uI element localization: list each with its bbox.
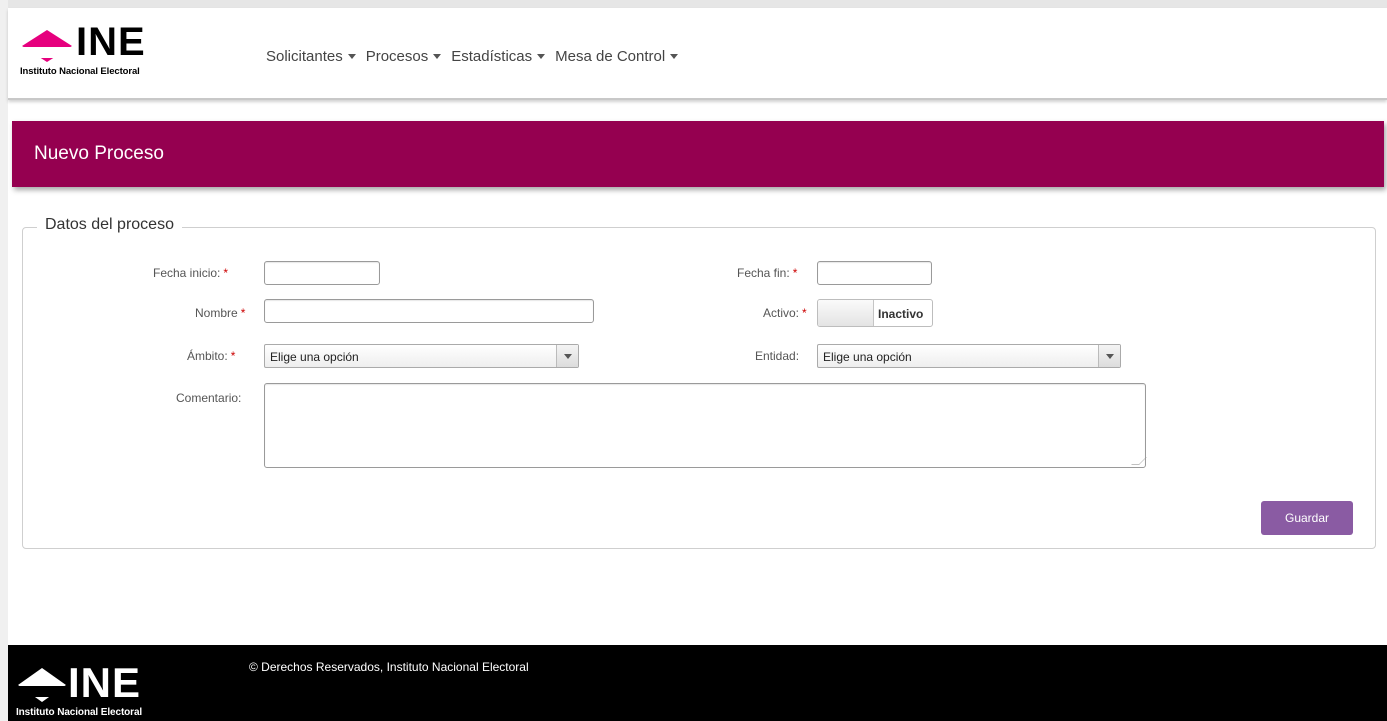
logo-word: INE: [76, 20, 146, 64]
caret-down-icon: [347, 54, 356, 59]
comentario-wrapper: [264, 383, 1147, 468]
comentario-label: Comentario:: [176, 391, 242, 405]
ine-logo[interactable]: INE Instituto Nacional Electoral: [20, 22, 180, 78]
fecha-inicio-input[interactable]: [264, 261, 380, 285]
required-mark: *: [223, 266, 229, 280]
ambito-selected: Elige una opción: [270, 350, 359, 364]
nav-solicitantes[interactable]: Solicitantes: [266, 48, 356, 65]
process-data-fieldset: Datos del proceso Fecha inicio: * Fecha f…: [22, 216, 1376, 549]
ine-diamond-logo-icon: [18, 668, 66, 702]
ambito-select[interactable]: Elige una opción: [264, 344, 579, 368]
nav-label: Procesos: [365, 48, 429, 65]
window-top-edge: [0, 0, 1387, 8]
site-footer: INE Instituto Nacional Electoral © Derec…: [8, 645, 1387, 721]
nav-label: Mesa de Control: [555, 48, 666, 65]
fecha-fin-input[interactable]: [817, 261, 932, 285]
logo-subtitle: Instituto Nacional Electoral: [20, 66, 140, 77]
footer-logo-subtitle: Instituto Nacional Electoral: [16, 707, 143, 718]
nav-label: Estadísticas: [451, 48, 533, 65]
ine-diamond-logo-icon: [22, 30, 72, 62]
activo-toggle[interactable]: Inactivo: [817, 299, 933, 327]
toggle-knob: [818, 300, 874, 326]
nombre-label: Nombre *: [195, 306, 246, 320]
nav-mesa-de-control[interactable]: Mesa de Control: [555, 48, 679, 65]
caret-down-icon: [670, 54, 679, 59]
page-title: Nuevo Proceso: [34, 143, 164, 164]
fecha-fin-label: Fecha fin: *: [737, 266, 798, 280]
comentario-textarea[interactable]: [264, 383, 1146, 468]
fecha-inicio-label: Fecha inicio: *: [153, 266, 229, 280]
toggle-state: Inactivo: [878, 307, 924, 321]
caret-down-icon: [537, 54, 546, 59]
required-mark: *: [240, 306, 246, 320]
main-nav: Solicitantes Procesos Estadísticas Mesa …: [266, 48, 688, 65]
required-mark: *: [230, 349, 236, 363]
entidad-label: Entidad:: [755, 349, 800, 363]
required-mark: *: [792, 266, 798, 280]
window-left-edge: [0, 0, 8, 721]
copyright-text: © Derechos Reservados, Instituto Naciona…: [249, 660, 529, 674]
entidad-select[interactable]: Elige una opción: [817, 344, 1121, 368]
entidad-selected: Elige una opción: [823, 350, 912, 364]
fieldset-legend: Datos del proceso: [37, 216, 182, 234]
chevron-down-icon: [1098, 345, 1120, 367]
footer-ine-logo[interactable]: INE Instituto Nacional Electoral: [16, 659, 186, 721]
caret-down-icon: [433, 54, 442, 59]
guardar-button[interactable]: Guardar: [1261, 501, 1353, 535]
activo-label: Activo: *: [763, 306, 807, 320]
site-header: INE Instituto Nacional Electoral Solicit…: [8, 8, 1387, 100]
chevron-down-icon: [556, 345, 578, 367]
ambito-label: Ámbito: *: [187, 349, 236, 363]
footer-logo-word: INE: [68, 659, 142, 706]
page-title-band: Nuevo Proceso: [12, 121, 1384, 187]
nav-estadisticas[interactable]: Estadísticas: [451, 48, 546, 65]
nombre-input[interactable]: [264, 299, 594, 323]
nav-procesos[interactable]: Procesos: [366, 48, 442, 65]
nav-label: Solicitantes: [266, 48, 343, 65]
required-mark: *: [802, 306, 807, 320]
